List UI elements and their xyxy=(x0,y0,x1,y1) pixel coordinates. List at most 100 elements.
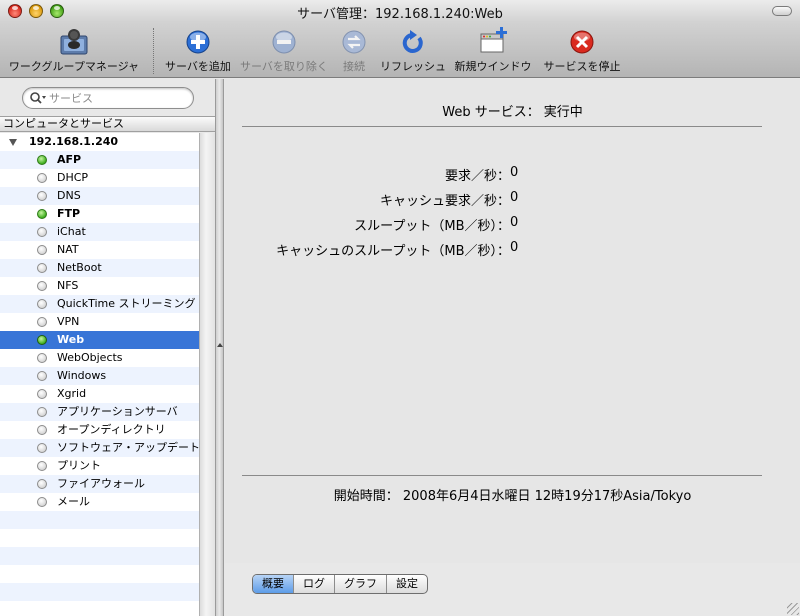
stop-x-icon xyxy=(570,30,594,54)
service-label: Web xyxy=(57,333,85,346)
service-label: ソフトウェア・アップデート xyxy=(57,441,199,454)
stat-label: 要求／秒： xyxy=(444,169,510,184)
stat-row: 要求／秒： 0 xyxy=(225,165,800,184)
service-row-dns[interactable]: DNS xyxy=(0,187,199,205)
status-stopped-icon xyxy=(37,443,47,453)
search-input[interactable] xyxy=(49,90,189,106)
status-stopped-icon xyxy=(37,299,47,309)
status-running-icon xyxy=(37,209,47,219)
service-row-nat[interactable]: NAT xyxy=(0,241,199,259)
service-label: FTP xyxy=(57,207,81,220)
remove-server-button[interactable]: サーバを取り除く xyxy=(240,26,328,76)
service-row-quicktime[interactable]: QuickTime ストリーミング xyxy=(0,295,199,313)
collapse-arrow-icon[interactable] xyxy=(217,343,223,347)
service-row-afp[interactable]: AFP xyxy=(0,151,199,169)
service-row-[interactable]: アプリケーションサーバ xyxy=(0,403,199,421)
service-row-[interactable]: プリント xyxy=(0,457,199,475)
service-list[interactable]: 192.168.1.240 AFP DHCP DNS FTP iChat NAT NetBo… xyxy=(0,133,199,616)
status-stopped-icon xyxy=(37,461,47,471)
status-stopped-icon xyxy=(37,353,47,363)
service-row-[interactable]: ファイアウォール xyxy=(0,475,199,493)
tab-logs[interactable]: ログ xyxy=(293,575,334,593)
start-time-value: 2008年6月4日水曜日 12時19分17秒Asia/Tokyo xyxy=(402,489,692,504)
service-label: ファイアウォール xyxy=(57,477,145,490)
new-window-button[interactable]: 新規ウインドウ xyxy=(455,26,532,76)
tab-overview[interactable]: 概要 xyxy=(253,575,293,593)
overview-panel: Web サービス： 実行中 要求／秒： 0 キャッシュ要求／秒： 0 スループット（MB／… xyxy=(225,79,800,563)
stat-label: キャッシュのスループット（MB／秒）： xyxy=(276,244,510,259)
service-row-xgrid[interactable]: Xgrid xyxy=(0,385,199,403)
status-stopped-icon xyxy=(37,389,47,399)
plus-circle-icon xyxy=(186,30,210,54)
stat-label: スループット（MB／秒）： xyxy=(354,219,510,234)
stat-row: キャッシュのスループット（MB／秒）： 0 xyxy=(225,240,800,259)
refresh-icon xyxy=(402,30,423,53)
stat-value: 0 xyxy=(510,240,519,255)
window-resize-grip[interactable] xyxy=(787,603,799,615)
stop-service-button[interactable]: サービスを停止 xyxy=(544,26,621,76)
service-label: DNS xyxy=(57,189,81,202)
status-stopped-icon xyxy=(37,173,47,183)
service-row-[interactable]: メール xyxy=(0,493,199,511)
service-label: NetBoot xyxy=(57,261,102,274)
connect-icon xyxy=(342,30,366,54)
toolbar-toggle-button[interactable] xyxy=(772,6,792,16)
stat-value: 0 xyxy=(510,215,519,230)
service-label: Xgrid xyxy=(57,387,87,400)
service-label: メール xyxy=(57,495,90,508)
list-scrollbar[interactable] xyxy=(199,133,215,616)
divider-top xyxy=(242,126,762,127)
service-row-windows[interactable]: Windows xyxy=(0,367,199,385)
service-row-dhcp[interactable]: DHCP xyxy=(0,169,199,187)
service-row-[interactable]: オープンディレクトリ xyxy=(0,421,199,439)
stat-row: キャッシュ要求／秒： 0 xyxy=(225,190,800,209)
service-label: NFS xyxy=(57,279,79,292)
main-panel: Web サービス： 実行中 要求／秒： 0 キャッシュ要求／秒： 0 スループット（MB／… xyxy=(225,79,800,616)
service-label: AFP xyxy=(57,153,82,166)
server-row[interactable]: 192.168.1.240 xyxy=(0,133,199,151)
status-stopped-icon xyxy=(37,425,47,435)
service-label: DHCP xyxy=(57,171,89,184)
service-label: QuickTime ストリーミング xyxy=(57,297,196,310)
service-row-nfs[interactable]: NFS xyxy=(0,277,199,295)
service-label: NAT xyxy=(57,243,79,256)
tab-settings[interactable]: 設定 xyxy=(386,575,427,593)
status-stopped-icon xyxy=(37,191,47,201)
service-label: VPN xyxy=(57,315,80,328)
stat-label: キャッシュ要求／秒： xyxy=(379,194,510,209)
workgroup-manager-icon xyxy=(60,29,88,55)
service-row-vpn[interactable]: VPN xyxy=(0,313,199,331)
tab-graphs[interactable]: グラフ xyxy=(334,575,386,593)
service-row-netboot[interactable]: NetBoot xyxy=(0,259,199,277)
service-row-ichat[interactable]: iChat xyxy=(0,223,199,241)
service-row-webobjects[interactable]: WebObjects xyxy=(0,349,199,367)
workgroup-manager-button[interactable]: ワークグループマネージャ xyxy=(8,26,140,76)
stat-value: 0 xyxy=(510,165,519,180)
add-server-button[interactable]: サーバを追加 xyxy=(165,26,231,76)
toolbar: ワークグループマネージャ サーバを追加 サーバを取り除く 接続 リフレッシュ 新… xyxy=(0,22,800,78)
service-row-ftp[interactable]: FTP xyxy=(0,205,199,223)
status-running-icon xyxy=(37,155,47,165)
service-row-web[interactable]: Web xyxy=(0,331,199,349)
status-stopped-icon xyxy=(37,497,47,507)
title-bar[interactable]: サーバ管理：192.168.1.240:Web xyxy=(0,0,800,22)
search-icon xyxy=(30,92,46,104)
start-time: 開始時間： 2008年6月4日水曜日 12時19分17秒Asia/Tokyo xyxy=(225,485,800,504)
status-stopped-icon xyxy=(37,317,47,327)
stat-row: スループット（MB／秒）： 0 xyxy=(225,215,800,234)
server-address: 192.168.1.240 xyxy=(29,135,119,148)
search-field[interactable] xyxy=(22,87,194,109)
split-view-divider[interactable] xyxy=(215,79,224,616)
disclosure-triangle-icon[interactable] xyxy=(9,139,17,146)
status-stopped-icon xyxy=(37,245,47,255)
service-row-[interactable]: ソフトウェア・アップデート xyxy=(0,439,199,457)
minus-circle-icon xyxy=(272,30,296,54)
view-tabs: 概要 ログ グラフ 設定 xyxy=(252,574,428,594)
service-status-value: 実行中 xyxy=(543,105,583,120)
list-column-header[interactable]: コンピュータとサービス xyxy=(0,116,215,132)
window-title: サーバ管理：192.168.1.240:Web xyxy=(297,7,503,22)
divider-bottom xyxy=(242,475,762,476)
stop-service-label: サービスを停止 xyxy=(543,60,621,73)
service-status: Web サービス： 実行中 xyxy=(225,101,800,120)
service-status-label: Web サービス： xyxy=(442,105,540,120)
